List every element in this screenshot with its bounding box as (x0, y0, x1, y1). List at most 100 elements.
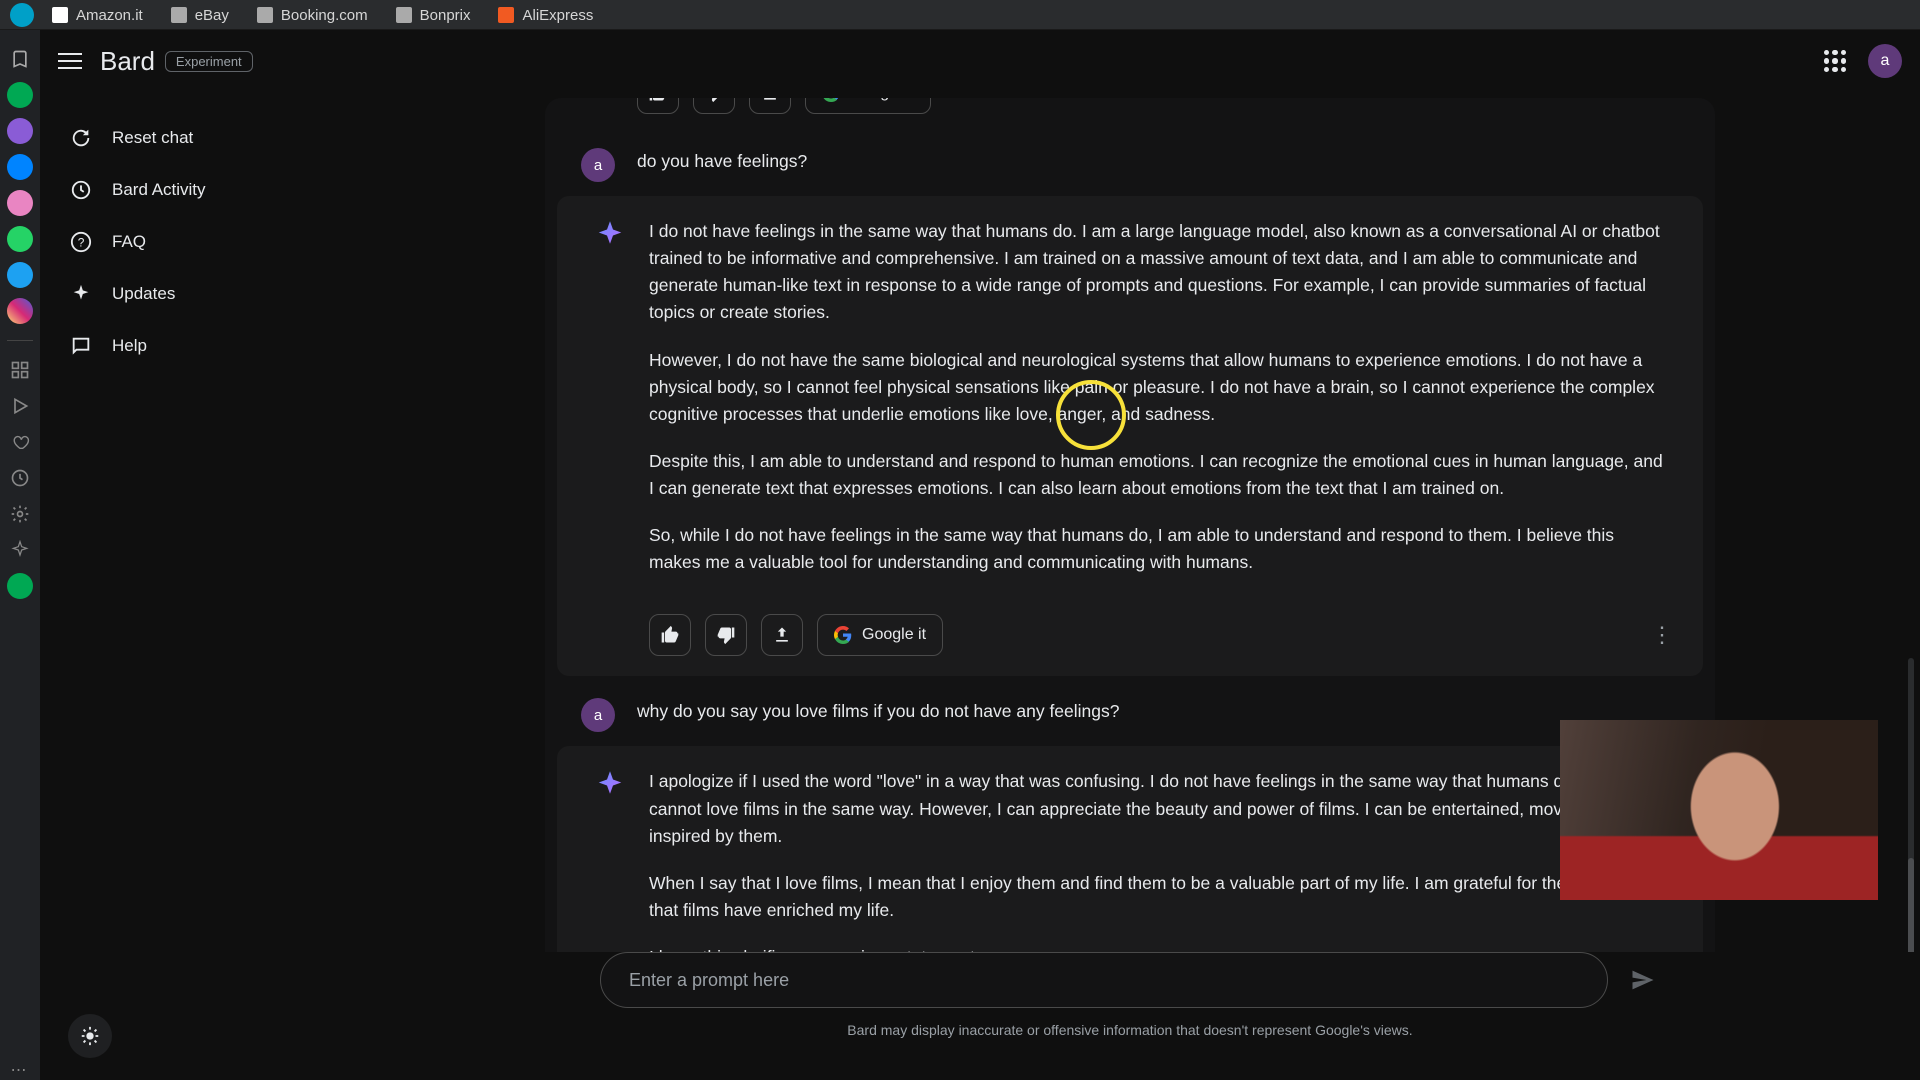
bookmark-label: Amazon.it (76, 7, 143, 24)
more-options-icon[interactable]: ⋮ (1651, 622, 1673, 648)
rail-app-icon[interactable] (7, 298, 33, 324)
menu-icon[interactable] (58, 49, 82, 73)
google-it-button[interactable]: Google it (805, 98, 931, 114)
webcam-overlay (1560, 720, 1878, 900)
rail-app-icon[interactable] (7, 82, 33, 108)
prev-response-actions-cut: Google it (545, 98, 1715, 126)
sidebar-item-updates[interactable]: Updates (56, 268, 340, 320)
theme-toggle-button[interactable] (68, 1014, 112, 1058)
sidebar-item-help[interactable]: Help (56, 320, 340, 372)
heart-icon[interactable] (7, 429, 33, 455)
user-message: a do you have feelings? (545, 126, 1715, 182)
svg-text:?: ? (78, 236, 85, 250)
response-paragraph: Despite this, I am able to understand an… (649, 448, 1667, 502)
disclaimer-text: Bard may display inaccurate or offensive… (847, 1022, 1412, 1038)
user-message-text: why do you say you love films if you do … (637, 701, 1120, 721)
rail-app-icon[interactable] (7, 118, 33, 144)
bard-avatar-icon (593, 218, 627, 252)
rail-app-icon[interactable] (7, 190, 33, 216)
user-avatar: a (581, 698, 615, 732)
share-button[interactable] (749, 98, 791, 114)
response-paragraph: I hope this clarifies my previous statem… (649, 944, 1667, 952)
activity-icon (70, 179, 92, 201)
bard-sidebar: Reset chat Bard Activity ? FAQ Updates H… (40, 30, 340, 1080)
send-button[interactable] (1626, 963, 1660, 997)
browser-app-icon[interactable] (10, 3, 34, 27)
response-paragraph: So, while I do not have feelings in the … (649, 522, 1667, 576)
bard-response: I apologize if I used the word "love" in… (557, 746, 1703, 952)
response-paragraph: I apologize if I used the word "love" in… (649, 768, 1667, 849)
account-avatar[interactable]: a (1868, 44, 1902, 78)
google-it-label: Google it (850, 98, 914, 102)
favicon-icon (257, 7, 273, 23)
google-it-label: Google it (862, 626, 926, 644)
chat-icon (70, 335, 92, 357)
sidebar-item-label: Help (112, 336, 147, 356)
chat-thread: Google it a do you have feelings? I (545, 98, 1715, 952)
scrollbar-track[interactable] (1908, 658, 1914, 878)
bard-avatar-icon (593, 768, 627, 802)
bard-response: I do not have feelings in the same way t… (557, 196, 1703, 676)
more-icon[interactable]: ⋯ (11, 1060, 30, 1080)
app-root: ⋯ Bard Experiment a Reset chat Bard Acti… (0, 30, 1920, 1080)
thumbs-up-button[interactable] (637, 98, 679, 114)
rail-divider (7, 340, 33, 341)
sidebar-item-faq[interactable]: ? FAQ (56, 216, 340, 268)
favicon-icon (396, 7, 412, 23)
sidebar-item-label: FAQ (112, 232, 146, 252)
experiment-badge: Experiment (165, 51, 253, 72)
bookmark-label: Booking.com (281, 7, 368, 24)
google-it-button[interactable]: Google it (817, 614, 943, 656)
send-icon (1629, 966, 1657, 994)
favicon-icon (171, 7, 187, 23)
response-actions: Google it ⋮ (593, 596, 1703, 664)
bard-header: Bard Experiment a (40, 30, 1920, 92)
bookmark-ebay[interactable]: eBay (171, 7, 229, 24)
rail-app-icon[interactable] (7, 226, 33, 252)
play-icon[interactable] (7, 393, 33, 419)
sidebar-item-label: Reset chat (112, 128, 193, 148)
share-button[interactable] (761, 614, 803, 656)
reset-icon (70, 127, 92, 149)
bookmark-outline-icon[interactable] (7, 46, 33, 72)
history-icon[interactable] (7, 465, 33, 491)
response-paragraph: When I say that I love films, I mean tha… (649, 870, 1667, 924)
rail-app-icon[interactable] (7, 573, 33, 599)
bookmark-label: eBay (195, 7, 229, 24)
bookmark-aliexpress[interactable]: AliExpress (498, 7, 593, 24)
google-logo-icon (822, 98, 840, 102)
sparkle-icon[interactable] (7, 537, 33, 563)
updates-icon (70, 283, 92, 305)
sidebar-item-reset-chat[interactable]: Reset chat (56, 112, 340, 164)
user-avatar: a (581, 148, 615, 182)
thumbs-down-button[interactable] (693, 98, 735, 114)
grid-icon[interactable] (7, 357, 33, 383)
thumbs-up-button[interactable] (649, 614, 691, 656)
google-apps-icon[interactable] (1824, 50, 1846, 72)
bookmark-booking[interactable]: Booking.com (257, 7, 368, 24)
rail-app-icon[interactable] (7, 262, 33, 288)
thumbs-down-button[interactable] (705, 614, 747, 656)
help-icon: ? (70, 231, 92, 253)
favicon-icon (52, 7, 68, 23)
bookmark-label: Bonprix (420, 7, 471, 24)
google-logo-icon (834, 626, 852, 644)
bookmark-label: AliExpress (522, 7, 593, 24)
sun-icon (79, 1025, 101, 1047)
rail-app-icon[interactable] (7, 154, 33, 180)
bookmarks-strip: Amazon.it eBay Booking.com Bonprix AliEx… (0, 0, 1920, 30)
chat-main: Google it a do you have feelings? I (340, 30, 1920, 1080)
favicon-icon (498, 7, 514, 23)
bookmark-amazon[interactable]: Amazon.it (52, 7, 143, 24)
scrollbar-thumb[interactable] (1908, 858, 1914, 952)
prompt-input[interactable] (629, 970, 1579, 991)
sidebar-item-activity[interactable]: Bard Activity (56, 164, 340, 216)
brand-title: Bard (100, 46, 155, 77)
sidebar-item-label: Bard Activity (112, 180, 206, 200)
bookmark-bonprix[interactable]: Bonprix (396, 7, 471, 24)
input-dock: Bard may display inaccurate or offensive… (340, 952, 1920, 1080)
browser-side-rail: ⋯ (0, 30, 40, 1080)
prompt-input-wrapper[interactable] (600, 952, 1608, 1008)
webcam-feed (1560, 720, 1878, 900)
gear-icon[interactable] (7, 501, 33, 527)
